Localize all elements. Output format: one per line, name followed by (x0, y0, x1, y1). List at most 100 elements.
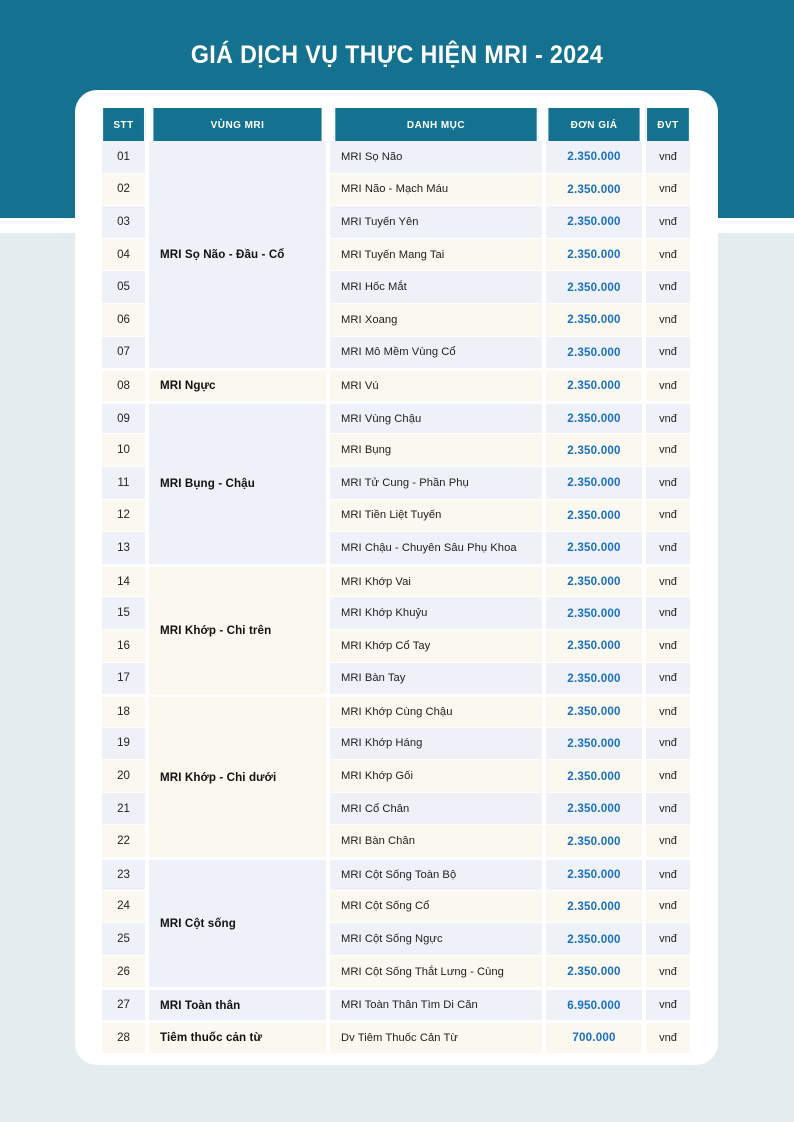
cell-dvt: vnđ (644, 564, 690, 598)
cell-dvt: vnđ (644, 792, 690, 826)
table-row: 14 MRI Khớp - Chi trên MRI Khớp Vai 2.350.0… (102, 564, 690, 696)
cell-stt: 18 (102, 695, 147, 728)
cell-don-gia: 2.350.000 (544, 434, 644, 467)
cell-don-gia: 2.350.000 (544, 727, 644, 761)
cell-dvt: vnđ (644, 434, 690, 467)
cell-dvt: vnđ (644, 499, 690, 533)
cell-don-gia: 700.000 (544, 1021, 644, 1054)
cell-danh-muc: MRI Cột Sống Toàn Bộ (328, 858, 544, 891)
cell-don-gia: 2.350.000 (544, 206, 644, 239)
cell-dvt: vnđ (644, 466, 690, 500)
cell-danh-muc: MRI Mô Mềm Vùng Cổ (328, 336, 544, 370)
cell-stt: 13 (102, 532, 147, 565)
table-wrapper: STT VÙNG MRI DANH MỤC ĐƠN GIÁ ĐVT 01 MRI … (102, 108, 690, 1054)
cell-danh-muc: MRI Bàn Chân (328, 825, 544, 859)
cell-dvt: vnđ (644, 238, 690, 272)
table-row: 09 MRI Bụng - Chậu MRI Vùng Chậu 2.350.000 v… (102, 401, 690, 565)
cell-dvt: vnđ (644, 760, 690, 793)
cell-don-gia: 2.350.000 (544, 369, 644, 402)
price-table-card: STT VÙNG MRI DANH MỤC ĐƠN GIÁ ĐVT 01 MRI … (75, 90, 718, 1065)
table-row: 18 MRI Khớp - Chi dưới MRI Khớp Cùng Chậu 2… (102, 695, 690, 859)
cell-stt: 09 (102, 401, 147, 435)
cell-dvt: vnđ (644, 695, 690, 728)
cell-danh-muc: MRI Tuyến Yên (328, 206, 544, 239)
cell-danh-muc: MRI Xoang (328, 303, 544, 337)
cell-stt: 24 (102, 890, 147, 924)
cell-dvt: vnđ (644, 303, 690, 337)
cell-don-gia: 2.350.000 (544, 890, 644, 924)
cell-danh-muc: MRI Khớp Khuỷu (328, 597, 544, 630)
cell-vung-mri: MRI Khớp - Chi trên (147, 564, 328, 696)
table-row: 27 MRI Toàn thân MRI Toàn Thân Tìm Di Căn 6… (102, 988, 690, 1022)
cell-don-gia: 2.350.000 (544, 141, 644, 174)
cell-vung-mri: MRI Toàn thân (147, 988, 328, 1022)
cell-don-gia: 2.350.000 (544, 955, 644, 989)
cell-don-gia: 2.350.000 (544, 238, 644, 272)
column-header-vung: VÙNG MRI (151, 108, 324, 141)
cell-danh-muc: MRI Tử Cung - Phần Phụ (328, 466, 544, 500)
cell-vung-mri: Tiêm thuốc cản từ (147, 1021, 328, 1054)
cell-vung-mri: MRI Bụng - Chậu (147, 401, 328, 565)
cell-danh-muc: MRI Khớp Cùng Chậu (328, 695, 544, 728)
cell-don-gia: 2.350.000 (544, 858, 644, 891)
cell-don-gia: 2.350.000 (544, 564, 644, 598)
cell-vung-mri: MRI Sọ Não - Đầu - Cổ (147, 141, 328, 370)
cell-danh-muc: Dv Tiêm Thuốc Cản Từ (328, 1021, 544, 1054)
cell-stt: 28 (102, 1021, 147, 1054)
cell-danh-muc: MRI Cột Sống Thắt Lưng - Cùng (328, 955, 544, 989)
cell-dvt: vnđ (644, 988, 690, 1022)
column-header-dvt: ĐVT (645, 108, 689, 141)
cell-stt: 03 (102, 206, 147, 239)
cell-stt: 19 (102, 727, 147, 761)
cell-stt: 07 (102, 336, 147, 370)
cell-dvt: vnđ (644, 271, 690, 304)
cell-danh-muc: MRI Não - Mạch Máu (328, 173, 544, 207)
cell-danh-muc: MRI Tuyến Mang Tai (328, 238, 544, 272)
cell-stt: 10 (102, 434, 147, 467)
cell-don-gia: 2.350.000 (544, 792, 644, 826)
cell-don-gia: 2.350.000 (544, 695, 644, 728)
cell-danh-muc: MRI Cổ Chân (328, 792, 544, 826)
cell-dvt: vnđ (644, 336, 690, 370)
cell-don-gia: 2.350.000 (544, 532, 644, 565)
cell-dvt: vnđ (644, 923, 690, 956)
cell-danh-muc: MRI Chậu - Chuyên Sâu Phụ Khoa (328, 532, 544, 565)
cell-danh-muc: MRI Cột Sống Cổ (328, 890, 544, 924)
cell-danh-muc: MRI Cột Sống Ngực (328, 923, 544, 956)
cell-stt: 05 (102, 271, 147, 304)
cell-don-gia: 2.350.000 (544, 271, 644, 304)
cell-dvt: vnđ (644, 858, 690, 891)
cell-danh-muc: MRI Sọ Não (328, 141, 544, 174)
cell-stt: 06 (102, 303, 147, 337)
cell-danh-muc: MRI Khớp Vai (328, 564, 544, 598)
cell-don-gia: 2.350.000 (544, 499, 644, 533)
table-body: 01 MRI Sọ Não - Đầu - Cổ MRI Sọ Não 2.350.0… (102, 141, 690, 1054)
cell-stt: 01 (102, 141, 147, 174)
cell-vung-mri: MRI Cột sống (147, 858, 328, 989)
cell-stt: 11 (102, 466, 147, 500)
cell-danh-muc: MRI Bụng (328, 434, 544, 467)
cell-dvt: vnđ (644, 727, 690, 761)
column-header-stt: STT (103, 108, 146, 141)
cell-don-gia: 2.350.000 (544, 662, 644, 696)
table-row: 08 MRI Ngực MRI Vú 2.350.000 vnđ (102, 369, 690, 402)
cell-dvt: vnđ (644, 173, 690, 207)
cell-stt: 17 (102, 662, 147, 696)
cell-stt: 08 (102, 369, 147, 402)
cell-stt: 27 (102, 988, 147, 1022)
mri-price-table: STT VÙNG MRI DANH MỤC ĐƠN GIÁ ĐVT 01 MRI … (102, 108, 690, 1054)
cell-stt: 15 (102, 597, 147, 630)
cell-dvt: vnđ (644, 825, 690, 859)
cell-stt: 25 (102, 923, 147, 956)
cell-danh-muc: MRI Toàn Thân Tìm Di Căn (328, 988, 544, 1022)
cell-danh-muc: MRI Vú (328, 369, 544, 402)
cell-dvt: vnđ (644, 1021, 690, 1054)
column-header-danhmuc: DANH MỤC (333, 108, 539, 141)
table-header-row: STT VÙNG MRI DANH MỤC ĐƠN GIÁ ĐVT (102, 108, 690, 141)
cell-stt: 04 (102, 238, 147, 272)
cell-danh-muc: MRI Hốc Mắt (328, 271, 544, 304)
cell-stt: 14 (102, 564, 147, 598)
cell-dvt: vnđ (644, 629, 690, 663)
cell-dvt: vnđ (644, 890, 690, 924)
cell-dvt: vnđ (644, 369, 690, 402)
